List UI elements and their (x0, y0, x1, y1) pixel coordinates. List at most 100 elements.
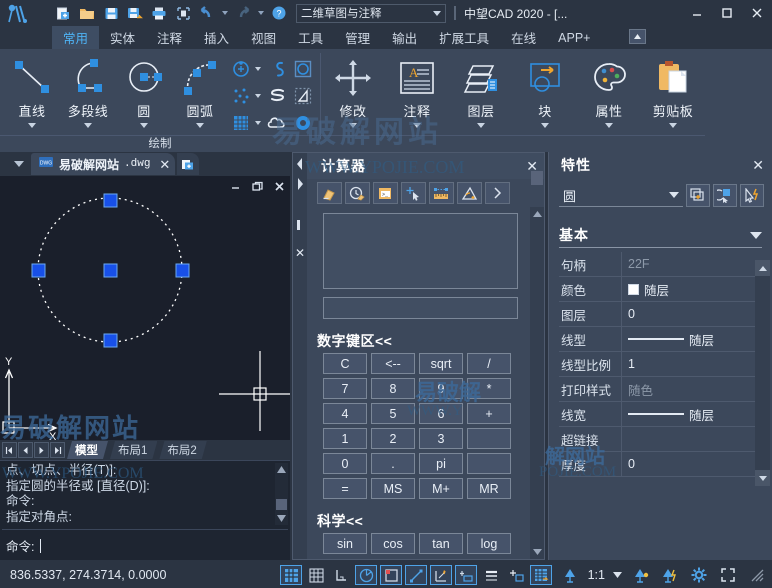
command-history[interactable]: 点、切点、半径(T)]: 指定圆的半径或 [直径(D)]: 命令: 指定对角点: (2, 463, 288, 525)
properties-group-basic[interactable]: 基本 (559, 225, 762, 248)
more-icon[interactable] (485, 182, 510, 204)
property-row-linetype-scale[interactable]: 线型比例 1 (559, 352, 762, 377)
fullscreen-icon[interactable] (717, 565, 739, 585)
key-1[interactable]: 1 (323, 428, 367, 449)
selected-object-combo[interactable]: 圆 (559, 185, 683, 207)
chevron-down-icon[interactable] (84, 123, 92, 128)
first-layout-button[interactable] (2, 442, 17, 458)
chevron-down-icon[interactable] (413, 123, 421, 128)
donut-icon[interactable] (290, 110, 316, 135)
undo-dropdown-icon[interactable] (222, 11, 228, 15)
ribbon-tab-home[interactable]: 常用 (52, 26, 99, 49)
science-section-header[interactable]: 科学<< (317, 511, 530, 531)
mdi-restore-button[interactable] (249, 179, 265, 193)
key-multiply[interactable]: * (467, 378, 511, 399)
last-layout-button[interactable] (50, 442, 65, 458)
close-icon[interactable]: ✕ (159, 158, 170, 171)
save-icon[interactable] (100, 2, 122, 24)
command-scrollbar[interactable] (275, 463, 288, 525)
new-tab-icon[interactable] (177, 153, 199, 175)
ribbon-tab-annotate[interactable]: 注释 (146, 26, 193, 49)
property-row-linetype[interactable]: 线型 随层 (559, 327, 762, 352)
select-objects-icon[interactable] (740, 184, 764, 207)
save-as-icon[interactable] (124, 2, 146, 24)
scroll-down-icon[interactable] (755, 470, 770, 486)
osnap-icon[interactable] (380, 565, 402, 585)
key-sqrt[interactable]: sqrt (419, 353, 463, 374)
wipeout-icon[interactable] (290, 83, 316, 108)
property-value[interactable] (621, 427, 762, 452)
key-divide[interactable]: / (467, 353, 511, 374)
point-icon[interactable] (228, 83, 254, 108)
chevron-down-icon[interactable] (349, 123, 357, 128)
property-value[interactable]: 0 (621, 452, 762, 477)
key-decimal[interactable]: . (371, 453, 415, 474)
chevron-down-icon[interactable] (196, 123, 204, 128)
transparency-icon[interactable] (505, 565, 527, 585)
dynamic-input-icon[interactable] (455, 565, 477, 585)
key-4[interactable]: 4 (323, 403, 367, 424)
key-3[interactable]: 3 (419, 428, 463, 449)
drawing-canvas[interactable]: Y X 易破解网站 (0, 176, 290, 440)
property-value[interactable]: 0 (621, 302, 762, 327)
scroll-up-icon[interactable] (755, 260, 770, 276)
key-sin[interactable]: sin (323, 533, 367, 554)
auto-scale-icon[interactable] (630, 565, 652, 585)
chevron-down-icon[interactable] (605, 123, 613, 128)
chevron-down-icon[interactable] (28, 123, 36, 128)
spline-icon[interactable] (264, 56, 290, 81)
numpad-section-header[interactable]: 数字键区<< (317, 331, 530, 351)
property-row-layer[interactable]: 图层 0 (559, 302, 762, 327)
palette-collapse-icons[interactable] (296, 157, 304, 171)
properties-scrollbar[interactable] (755, 260, 770, 486)
ortho-icon[interactable] (330, 565, 352, 585)
new-file-icon[interactable] (52, 2, 74, 24)
revision-cloud-icon[interactable] (264, 110, 290, 135)
key-log[interactable]: log (467, 533, 511, 554)
command-scroll-thumb[interactable] (276, 499, 287, 510)
property-value[interactable]: 1 (621, 352, 762, 377)
grid-display-icon[interactable] (305, 565, 327, 585)
dynamic-ucs-icon[interactable] (430, 565, 452, 585)
ribbon-tab-manage[interactable]: 管理 (334, 26, 381, 49)
redo-icon[interactable] (232, 2, 254, 24)
snap-grid-icon[interactable] (280, 565, 302, 585)
maximize-button[interactable] (712, 0, 742, 26)
key-2[interactable]: 2 (371, 428, 415, 449)
close-icon[interactable]: ✕ (752, 157, 764, 174)
open-file-icon[interactable] (76, 2, 98, 24)
settings-gear-icon[interactable] (688, 565, 710, 585)
draw-circle-button[interactable]: 圆 (116, 52, 172, 128)
calculator-history-box[interactable] (323, 213, 518, 289)
calculator-scrollbar[interactable] (530, 207, 544, 559)
chevron-down-icon[interactable] (541, 123, 549, 128)
key-0[interactable]: 0 (323, 453, 367, 474)
doc-tab-menu-icon[interactable] (14, 161, 24, 167)
palette-close-icon[interactable]: ✕ (295, 246, 305, 260)
layer-button[interactable]: 图层 (453, 52, 509, 128)
ribbon-tab-appplus[interactable]: APP+ (547, 26, 601, 49)
key-9[interactable]: 9 (419, 378, 463, 399)
hatch-icon[interactable] (228, 110, 254, 135)
next-layout-button[interactable] (34, 442, 49, 458)
clipboard-button[interactable]: 剪贴板 (645, 52, 701, 128)
document-tab[interactable]: DWG 易破解网站 .dwg ✕ (31, 153, 175, 175)
revcloud-s-icon[interactable] (264, 83, 290, 108)
property-value-wrap[interactable]: 随层 (621, 327, 762, 352)
key-plus[interactable]: + (467, 403, 511, 424)
key-5[interactable]: 5 (371, 403, 415, 424)
lineweight-icon[interactable] (480, 565, 502, 585)
draw-line-button[interactable]: 直线 (4, 52, 60, 128)
ribbon-tab-insert[interactable]: 插入 (193, 26, 240, 49)
key-cos[interactable]: cos (371, 533, 415, 554)
workspace-combo[interactable]: 二维草图与注释 (296, 4, 446, 23)
property-row-plot-style[interactable]: 打印样式 随色 (559, 377, 762, 402)
palette-auto-hide-icon[interactable] (296, 218, 305, 236)
property-row-lineweight[interactable]: 线宽 随层 (559, 402, 762, 427)
undo-icon[interactable] (196, 2, 218, 24)
chevron-down-icon[interactable] (477, 123, 485, 128)
otrack-icon[interactable] (405, 565, 427, 585)
property-row-hyperlink[interactable]: 超链接 (559, 427, 762, 452)
key-mr[interactable]: MR (467, 478, 511, 499)
layout-tab-model[interactable]: 模型 (67, 441, 108, 459)
